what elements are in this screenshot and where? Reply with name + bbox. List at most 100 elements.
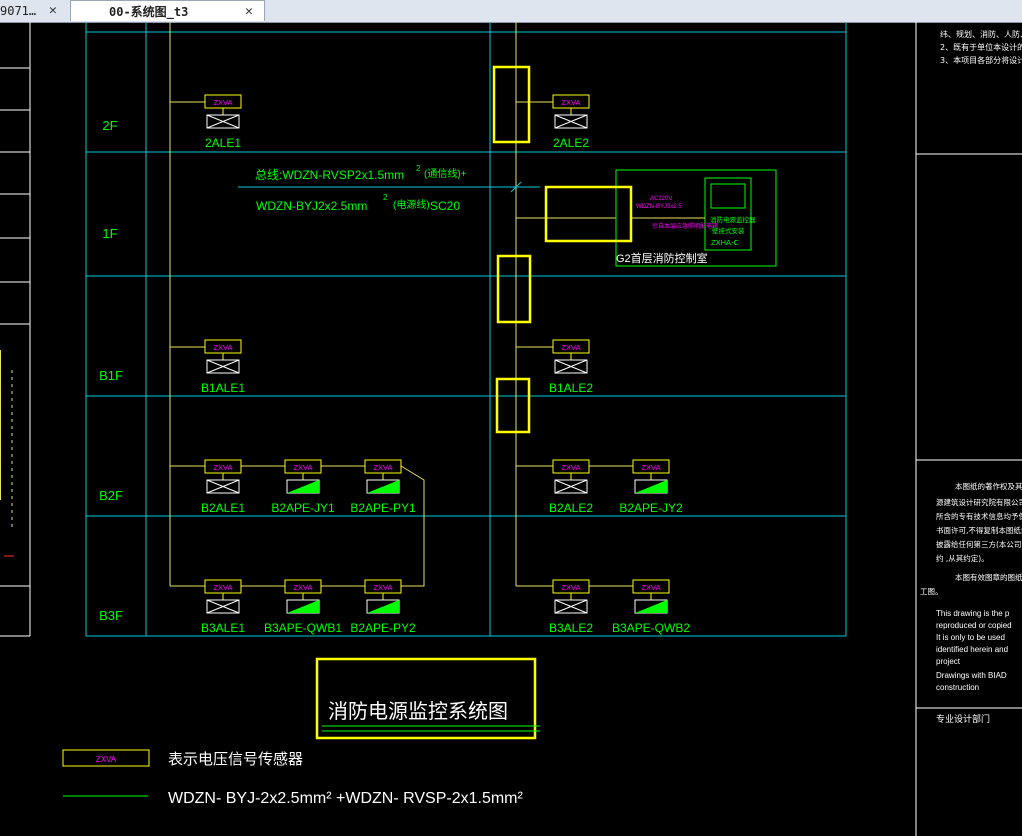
note-line: 2、既有于单位本设计的资 bbox=[940, 42, 1022, 52]
power-cable-note: WDZN-BYJ3x2.5 bbox=[636, 204, 682, 210]
sensor-tag: ZXVA bbox=[561, 463, 580, 472]
sensor-tag: ZXVA bbox=[641, 583, 660, 592]
sensor-device[interactable]: ZXVA B3ALE2 bbox=[549, 579, 593, 635]
sensor-device[interactable]: ZXVA 2ALE1 bbox=[204, 94, 242, 150]
copyright-line: 披露给任何第三方(本公司与 bbox=[936, 539, 1022, 549]
sensor-tag: ZXVA bbox=[213, 583, 232, 592]
lighting-panel-icon bbox=[206, 479, 240, 494]
document-tab-bar: 9071… ✕ 00-系统图_t3 ✕ bbox=[0, 0, 1022, 23]
copyright-line: 工图。 bbox=[920, 587, 943, 596]
sensor-device[interactable]: ZXVA B2APE-JY1 bbox=[271, 459, 335, 515]
close-icon[interactable]: ✕ bbox=[245, 4, 253, 19]
legend-cable-desc: WDZN- BYJ-2x2.5mm² +WDZN- RVSP-2x1.5mm² bbox=[168, 790, 524, 807]
sensor-tag: ZXVA bbox=[641, 463, 660, 472]
left-edge-marks bbox=[0, 350, 14, 557]
panel-label: B2ALE2 bbox=[549, 501, 593, 515]
lighting-panel-icon bbox=[554, 114, 588, 129]
lighting-panel-icon bbox=[554, 359, 588, 374]
note-line: 3、本项目各部分将设计分 bbox=[940, 55, 1022, 65]
left-edge-frame bbox=[0, 22, 31, 637]
tab-other-drawing[interactable]: 9071… ✕ bbox=[0, 0, 66, 21]
copyright-en-line: project bbox=[936, 657, 961, 666]
sensor-device[interactable]: ZXVA 2ALE2 bbox=[552, 94, 590, 150]
cad-drawing-canvas[interactable]: 2F 1F B1F B2F B3F 总线:WDZN-RVSP2x1.5mm 2 … bbox=[0, 22, 1022, 836]
panel-label: 2ALE2 bbox=[553, 136, 589, 150]
copyright-en-line: identified herein and bbox=[936, 645, 1008, 654]
legend-sensor-tag: ZXVA bbox=[96, 755, 117, 764]
sensor-tag: ZXVA bbox=[293, 463, 312, 472]
sensor-device[interactable]: ZXVA B2APE-PY2 bbox=[350, 579, 416, 635]
copyright-note-en: This drawing is the p reproduced or copi… bbox=[936, 609, 1012, 692]
monitor-panel-name: 消防电源监控器 bbox=[710, 215, 756, 224]
power-origin-note: 引自本层应急照明配电箱 bbox=[652, 222, 718, 230]
floor-label: B1F bbox=[99, 368, 123, 383]
copyright-line: 所含的专有技术信息均予保密 bbox=[936, 511, 1022, 521]
copyright-line: 约 ,从其约定)。 bbox=[936, 553, 989, 563]
copyright-line: 书面许可,不得复制本图纸或 bbox=[936, 525, 1022, 535]
sensor-tag: ZXVA bbox=[373, 463, 392, 472]
cable-note-power: WDZN-BYJ2x2.5mm bbox=[256, 199, 367, 213]
panel-label: B2APE-JY2 bbox=[619, 501, 683, 515]
close-icon[interactable]: ✕ bbox=[49, 3, 57, 18]
power-panel-icon bbox=[367, 600, 399, 613]
tab-other-drawing-label: 9071… bbox=[0, 3, 37, 18]
sensor-device[interactable]: ZXVA B2ALE2 bbox=[549, 459, 593, 515]
tab-active-drawing[interactable]: 00-系统图_t3 ✕ bbox=[70, 0, 265, 21]
cable-note: 总线:WDZN-RVSP2x1.5mm 2 (通信线)+ WDZN-BYJ2x2… bbox=[238, 164, 540, 213]
power-panel-icon bbox=[287, 480, 319, 493]
panel-label: B3APE-QWB2 bbox=[612, 621, 690, 635]
power-panel-icon bbox=[287, 600, 319, 613]
lighting-panel-icon bbox=[206, 359, 240, 374]
sensor-device[interactable]: ZXVA B2APE-JY2 bbox=[619, 459, 683, 515]
sensor-device[interactable]: ZXVA B1ALE2 bbox=[549, 339, 593, 395]
sensor-device[interactable]: ZXVA B3APE-QWB2 bbox=[612, 579, 690, 635]
copyright-line: 本图有效图章的图纸为 bbox=[955, 572, 1022, 582]
copyright-en-line: construction bbox=[936, 683, 979, 692]
monitor-panel-model: ZXHA-C bbox=[711, 238, 740, 247]
sensor-device[interactable]: ZXVA B2ALE1 bbox=[201, 459, 245, 515]
sensor-tag: ZXVA bbox=[293, 583, 312, 592]
sensor-device[interactable]: ZXVA B3APE-QWB1 bbox=[264, 579, 342, 635]
design-department-label: 专业设计部门 bbox=[936, 713, 990, 725]
floor-grid bbox=[85, 22, 847, 637]
cable-note-pipe: SC20 bbox=[430, 199, 460, 213]
selection-highlights bbox=[492, 65, 633, 434]
power-panel-icon bbox=[367, 480, 399, 493]
floor-label: B3F bbox=[99, 608, 123, 623]
sensor-tag: ZXVA bbox=[561, 583, 580, 592]
panel-label: B2ALE1 bbox=[201, 501, 245, 515]
copyright-en-line: This drawing is the p bbox=[936, 609, 1010, 618]
diagram-title-block: 消防电源监控系统图 bbox=[315, 657, 540, 740]
sensor-device[interactable]: ZXVA B3ALE1 bbox=[201, 579, 245, 635]
panel-label: 2ALE1 bbox=[205, 136, 241, 150]
lighting-panel-icon bbox=[206, 114, 240, 129]
floor-label: 1F bbox=[102, 226, 117, 241]
cable-note-bus-type: (通信线)+ bbox=[424, 167, 467, 180]
copyright-note: 本图纸的著作权及其他 源建筑设计研究院有限公司(B 所含的专有技术信息均予保密 … bbox=[920, 481, 1022, 596]
panel-label: B3ALE1 bbox=[201, 621, 245, 635]
sensor-device[interactable]: ZXVA B2APE-PY1 bbox=[350, 459, 416, 515]
lighting-panel-icon bbox=[554, 479, 588, 494]
sensor-tag: ZXVA bbox=[561, 98, 580, 107]
superscript: 2 bbox=[383, 193, 388, 202]
panel-label: B1ALE2 bbox=[549, 381, 593, 395]
panel-label: B2APE-JY1 bbox=[271, 501, 335, 515]
power-panel-icon bbox=[635, 480, 667, 493]
right-info-column bbox=[915, 22, 1022, 836]
power-source-note: AC220V bbox=[650, 196, 672, 202]
floor-label: 2F bbox=[102, 118, 117, 133]
sensor-device[interactable]: ZXVA B1ALE1 bbox=[201, 339, 245, 395]
panel-label: B2APE-PY2 bbox=[350, 621, 416, 635]
lighting-panel-icon bbox=[554, 599, 588, 614]
cable-note-bus: 总线:WDZN-RVSP2x1.5mm bbox=[255, 168, 404, 182]
superscript: 2 bbox=[416, 164, 421, 173]
project-notes: 纬、规划、消防、人防、节 2、既有于单位本设计的资 3、本项目各部分将设计分 bbox=[940, 29, 1022, 65]
copyright-line: 本图纸的著作权及其他 bbox=[955, 481, 1022, 491]
floor-label: B2F bbox=[99, 488, 123, 503]
sensor-tag: ZXVA bbox=[213, 343, 232, 352]
panel-label: B2APE-PY1 bbox=[350, 501, 416, 515]
sensor-tag: ZXVA bbox=[213, 98, 232, 107]
cable-note-power-type: (电源线) bbox=[393, 198, 430, 211]
note-line: 纬、规划、消防、人防、节 bbox=[940, 29, 1022, 39]
sensor-tag: ZXVA bbox=[561, 343, 580, 352]
